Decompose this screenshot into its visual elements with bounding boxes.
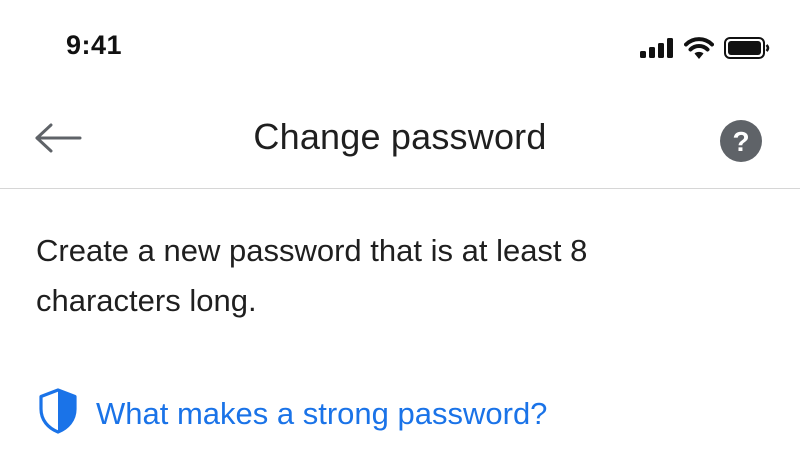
- status-time: 9:41: [66, 30, 123, 60]
- shield-icon: [38, 388, 78, 439]
- help-button[interactable]: ?: [720, 120, 762, 162]
- page-title: Change password: [253, 116, 547, 157]
- strong-password-link-text[interactable]: What makes a strong password?: [96, 396, 547, 432]
- strong-password-link[interactable]: What makes a strong password?: [38, 388, 547, 439]
- wifi-icon: [684, 37, 714, 59]
- help-circle-icon: ?: [732, 125, 750, 157]
- battery-icon: [724, 37, 770, 59]
- status-icons: [640, 36, 770, 60]
- description-text: Create a new password that is at least 8…: [36, 233, 588, 318]
- cellular-signal-icon: [640, 38, 674, 58]
- app-header: Change password ?: [0, 96, 800, 189]
- status-bar: 9:41: [0, 0, 800, 96]
